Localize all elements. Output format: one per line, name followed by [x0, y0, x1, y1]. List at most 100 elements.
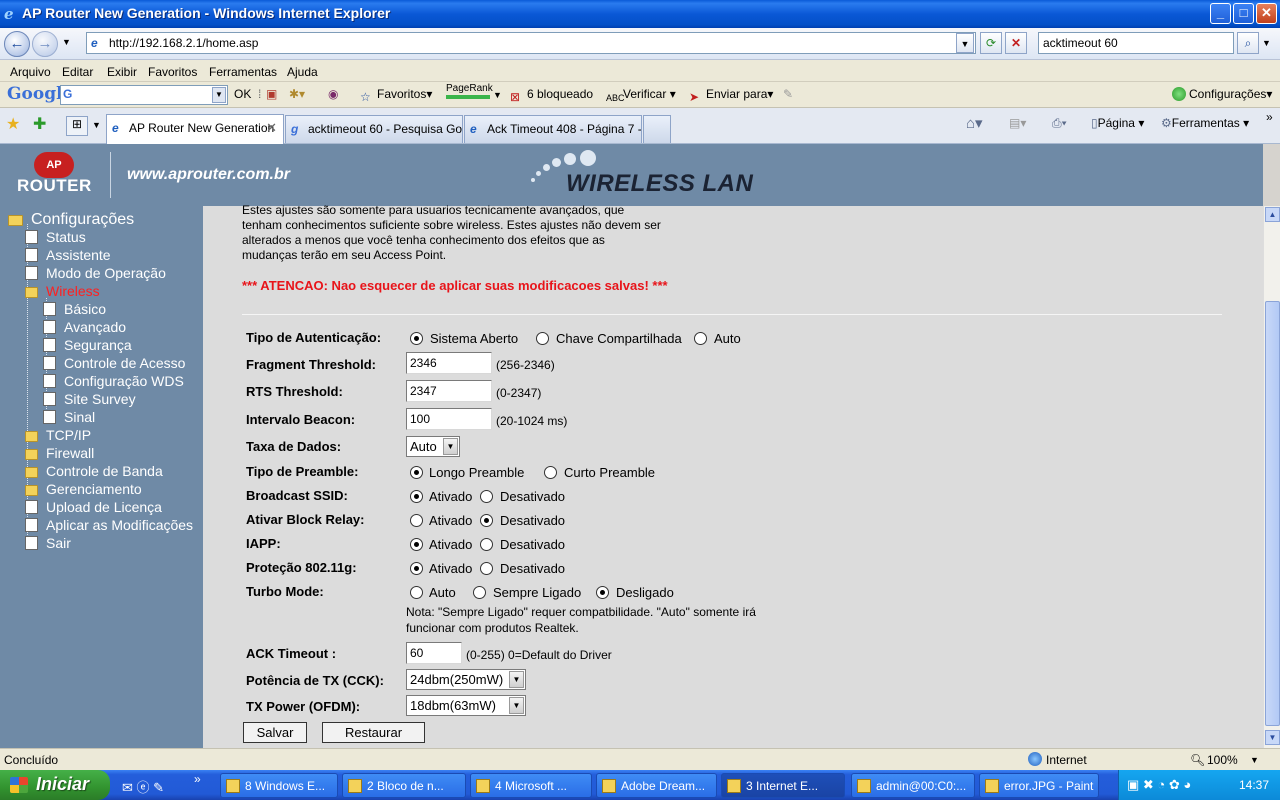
turbo-radio-off[interactable] — [596, 586, 609, 599]
spellcheck-button[interactable]: ABCVerificar ▾ — [606, 87, 676, 107]
menu-favoritos[interactable]: Favoritos — [148, 65, 197, 79]
search-input[interactable]: acktimeout 60 — [1038, 32, 1234, 54]
menu-ajuda[interactable]: Ajuda — [287, 65, 318, 79]
tab-google-search[interactable]: g acktimeout 60 - Pesquisa Go... — [285, 115, 463, 143]
save-button[interactable]: Salvar — [243, 722, 307, 743]
sidebar-item-upload-de-licenca[interactable]: Upload de Licença — [25, 499, 162, 515]
preamble-radio-short[interactable] — [544, 466, 557, 479]
zoom-level[interactable]: 100% — [1207, 753, 1238, 767]
quicklaunch-icons[interactable]: ✉ ⓔ ✎ — [122, 777, 164, 796]
rate-select[interactable]: Auto ▼ — [406, 436, 460, 457]
reset-button[interactable]: Restaurar — [322, 722, 425, 743]
taskbar-button[interactable]: 2 Bloco de n... — [342, 773, 466, 798]
menu-editar[interactable]: Editar — [62, 65, 93, 79]
minimize-button[interactable]: _ — [1210, 3, 1231, 24]
sidebar-item-basico[interactable]: Básico — [43, 301, 106, 317]
home-icon[interactable]: ⌂▾ — [966, 114, 983, 132]
google-search-input[interactable]: G ▼ — [60, 85, 228, 105]
turbo-radio-auto[interactable] — [410, 586, 423, 599]
search-icon[interactable]: ⌕ — [1237, 32, 1259, 54]
print-icon[interactable]: ⎙▾ — [1052, 116, 1067, 131]
sidebar-item-firewall[interactable]: Firewall — [25, 445, 94, 461]
broadcast-radio-on[interactable] — [410, 490, 423, 503]
sidebar-item-assistente[interactable]: Assistente — [25, 247, 111, 263]
forward-button[interactable]: → — [32, 31, 58, 57]
menu-arquivo[interactable]: Arquivo — [10, 65, 51, 79]
zoom-icon[interactable]: 🔍︎ — [1190, 753, 1205, 767]
google-ok-button[interactable]: OK — [234, 87, 251, 101]
blockrelay-radio-off[interactable] — [480, 514, 493, 527]
taskbar-button[interactable]: admin@00:C0:... — [851, 773, 975, 798]
beacon-input[interactable]: 100 — [406, 408, 492, 430]
send-to-button[interactable]: ➤ Enviar para▾ — [689, 87, 773, 104]
auth-radio-open[interactable] — [410, 332, 423, 345]
refresh-icon[interactable]: ⟳ — [980, 32, 1002, 54]
turbo-radio-always[interactable] — [473, 586, 486, 599]
taskbar-button[interactable]: Adobe Dream... — [596, 773, 717, 798]
taskbar-button[interactable]: 3 Internet E... — [721, 773, 845, 798]
sidebar-item-gerenciamento[interactable]: Gerenciamento — [25, 481, 142, 497]
broadcast-radio-off[interactable] — [480, 490, 493, 503]
close-tab-icon[interactable]: ✕ — [266, 120, 277, 136]
auth-radio-shared[interactable] — [536, 332, 549, 345]
scroll-up-icon[interactable]: ▲ — [1265, 207, 1280, 222]
tray-icons[interactable]: ▣ ✖ ◔ ✿ ◕ — [1127, 777, 1191, 793]
close-button[interactable]: ✕ — [1256, 3, 1277, 24]
pagerank-button[interactable]: PageRank — [446, 83, 493, 99]
sidebar-item-sair[interactable]: Sair — [25, 535, 71, 551]
sidebar-item-sinal[interactable]: Sinal — [43, 409, 95, 425]
sidebar-item-modo-de-operacao[interactable]: Modo de Operação — [25, 265, 166, 281]
start-button[interactable]: Iniciar — [0, 770, 110, 800]
menu-ferramentas[interactable]: Ferramentas — [209, 65, 277, 79]
google-dropdown-icon[interactable]: ▼ — [212, 87, 226, 103]
sidebar-item-site-survey[interactable]: Site Survey — [43, 391, 136, 407]
iapp-radio-off[interactable] — [480, 538, 493, 551]
new-tab-button[interactable] — [643, 115, 671, 143]
stop-icon[interactable]: ✕ — [1005, 32, 1027, 54]
add-favorite-icon[interactable]: ✚ — [33, 114, 46, 134]
sidebar-item-seguranca[interactable]: Segurança — [43, 337, 132, 353]
back-button[interactable]: ← — [4, 31, 30, 57]
pagina-menu[interactable]: ▯Página ▾ — [1091, 116, 1144, 130]
protection-radio-off[interactable] — [480, 562, 493, 575]
maximize-button[interactable]: □ — [1233, 3, 1254, 24]
quick-tabs-icon[interactable]: ⊞ — [66, 116, 88, 136]
fragment-input[interactable]: 2346 — [406, 352, 492, 374]
txcck-select[interactable]: 24dbm(250mW) ▼ — [406, 669, 526, 690]
txofdm-select[interactable]: 18dbm(63mW) ▼ — [406, 695, 526, 716]
bookmark-icon[interactable]: ▣ — [266, 87, 277, 101]
favorites-center-icon[interactable]: ★ — [6, 114, 20, 134]
toolbar-overflow-icon[interactable]: » — [1266, 110, 1273, 124]
protection-radio-on[interactable] — [410, 562, 423, 575]
scrollbar-thumb[interactable] — [1265, 301, 1280, 726]
taskbar-button[interactable]: 8 Windows E... — [220, 773, 338, 798]
sidebar-item-configuracao-wds[interactable]: Configuração WDS — [43, 373, 184, 389]
url-field[interactable]: e http://192.168.2.1/home.asp — [86, 32, 976, 54]
sidebar-item-tcp-ip[interactable]: TCP/IP — [25, 427, 91, 443]
menu-exibir[interactable]: Exibir — [107, 65, 137, 79]
iapp-radio-on[interactable] — [410, 538, 423, 551]
pagerank-dropdown-icon[interactable]: ▼ — [493, 90, 502, 100]
sidebar-item-status[interactable]: Status — [25, 229, 86, 245]
zoom-dropdown-icon[interactable]: ▼ — [1250, 755, 1259, 765]
quicklaunch-overflow-icon[interactable]: » — [194, 772, 201, 786]
auth-radio-auto[interactable] — [694, 332, 707, 345]
ack-timeout-input[interactable]: 60 — [406, 642, 462, 664]
tab-ack-timeout[interactable]: e Ack Timeout 408 - Página 7 - ... — [464, 115, 642, 143]
search-options-icon[interactable]: ▼ — [1262, 38, 1271, 48]
preamble-radio-long[interactable] — [410, 466, 423, 479]
extension-icon[interactable]: ◉ — [328, 87, 338, 101]
puzzle-icon[interactable]: ✱▾ — [289, 87, 305, 101]
url-dropdown-icon[interactable]: ▼ — [956, 33, 974, 53]
sidebar-root-configuracoes[interactable]: Configurações — [8, 211, 134, 229]
ferramentas-menu[interactable]: ⚙Ferramentas ▾ — [1161, 116, 1249, 130]
sidebar-item-wireless[interactable]: Wireless — [25, 283, 100, 299]
taskbar-button[interactable]: error.JPG - Paint — [979, 773, 1099, 798]
vertical-scrollbar[interactable]: ▲ ▼ — [1263, 206, 1280, 748]
popup-blocker-button[interactable]: ⊠ 6 bloqueado — [510, 87, 593, 104]
sidebar-item-controle-de-banda[interactable]: Controle de Banda — [25, 463, 163, 479]
rts-input[interactable]: 2347 — [406, 380, 492, 402]
feeds-icon[interactable]: ▤▾ — [1009, 116, 1026, 130]
sidebar-item-controle-de-acesso[interactable]: Controle de Acesso — [43, 355, 185, 371]
history-dropdown-icon[interactable]: ▼ — [62, 37, 71, 47]
